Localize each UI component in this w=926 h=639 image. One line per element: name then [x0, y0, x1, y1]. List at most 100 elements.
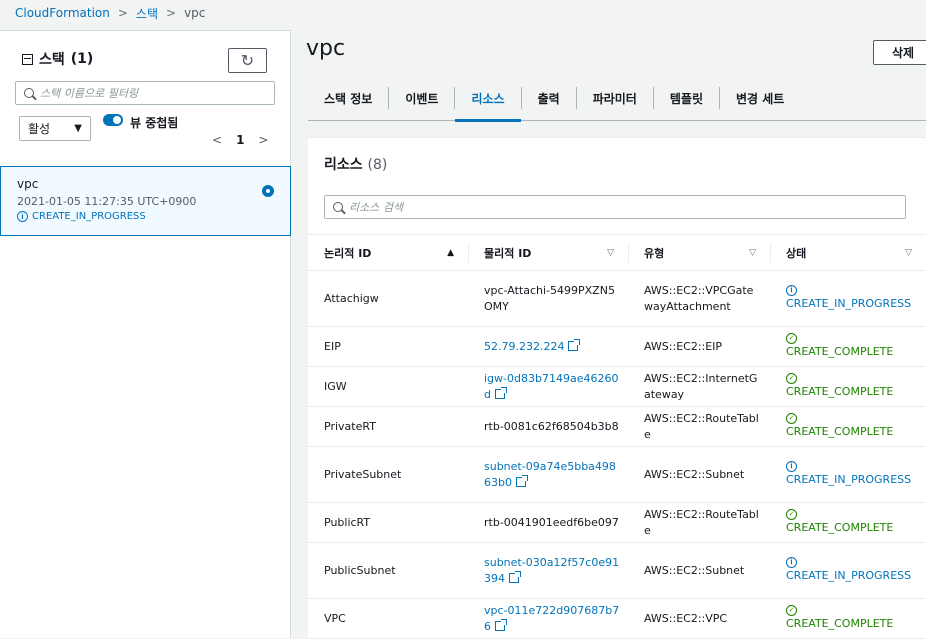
status-text: CREATE_IN_PROGRESS [786, 569, 912, 582]
tab-divider [454, 87, 456, 109]
tab-template[interactable]: 템플릿 [670, 76, 703, 121]
stack-name: vpc [17, 177, 39, 191]
external-link-icon[interactable] [515, 474, 528, 487]
status-text: CREATE_COMPLETE [786, 521, 894, 534]
status-cell: i CREATE_IN_PROGRESS [770, 557, 926, 584]
logical-id-cell: PublicSubnet [324, 563, 396, 577]
physical-id-cell: igw-0d83b7149ae46260d [468, 371, 628, 403]
tab-bar: 스택 정보 이벤트 리소스 출력 파라미터 템플릿 변경 세트 [308, 76, 926, 122]
sort-icon: ▽ [749, 247, 756, 258]
table-row: PublicRT rtb-0041901eedf6be097 AWS::EC2::R… [308, 503, 926, 543]
physical-id-link[interactable]: subnet-030a12f57c0e91394 [484, 556, 619, 585]
col-physical-id-label: 물리적 ID [484, 246, 532, 260]
breadcrumb-stacks[interactable]: 스택 [136, 5, 158, 22]
physical-id-cell: subnet-030a12f57c0e91394 [468, 555, 628, 587]
table-row: Attachigw vpc-Attachi-5499PXZN5OMY AWS::EC… [308, 271, 926, 327]
info-icon: i [17, 211, 28, 222]
table-row: VPC vpc-011e722d907687b76 AWS::EC2::VPC ✓ CR… [308, 599, 926, 639]
tab-divider [718, 87, 720, 109]
resource-search-input[interactable]: 리소스 검색 [324, 195, 906, 219]
col-type-label: 유형 [644, 246, 665, 260]
stacks-title-text: 스택 [39, 52, 65, 68]
info-icon: i [786, 557, 797, 568]
tab-events[interactable]: 이벤트 [405, 76, 438, 121]
physical-id-cell: subnet-09a74e5bba49863b0 [468, 459, 628, 491]
breadcrumb: CloudFormation > 스택 > vpc [15, 5, 205, 21]
tab-change-sets[interactable]: 변경 세트 [736, 76, 784, 121]
stack-status-text: CREATE_IN_PROGRESS [32, 211, 146, 222]
search-icon [24, 88, 34, 98]
stack-list-item[interactable]: vpc 2021-01-05 11:27:35 UTC+0900 i CREAT… [0, 166, 291, 236]
resources-title-text: 리소스 [324, 157, 363, 173]
nested-view-toggle[interactable] [103, 114, 123, 126]
status-cell: i CREATE_IN_PROGRESS [770, 461, 926, 488]
resources-panel: 리소스 (8) 리소스 검색 논리적 ID ▲ 물리적 ID ▽ 유형 ▽ 상태 ▽ A… [308, 137, 926, 639]
chevron-right-icon: > [117, 6, 128, 20]
prev-page-icon[interactable]: < [212, 133, 222, 147]
external-link-icon[interactable] [494, 386, 507, 399]
physical-id-text: rtb-0081c62f68504b3b8 [484, 419, 619, 433]
type-cell: AWS::EC2::InternetGateway [644, 371, 758, 401]
tab-divider [652, 87, 654, 109]
status-filter-select[interactable]: 활성 ▼ [19, 116, 91, 141]
pagination: < 1 > [212, 133, 268, 147]
logical-id-cell: PrivateRT [324, 419, 376, 433]
physical-id-link[interactable]: subnet-09a74e5bba49863b0 [484, 460, 616, 489]
caret-down-icon: ▼ [74, 123, 82, 134]
tab-resources[interactable]: 리소스 [455, 76, 521, 122]
external-link-icon[interactable] [568, 338, 581, 351]
table-row: IGW igw-0d83b7149ae46260d AWS::EC2::Intern… [308, 367, 926, 407]
stack-radio[interactable] [262, 185, 274, 197]
col-status[interactable]: 상태 ▽ [770, 235, 926, 270]
sort-icon: ▽ [905, 247, 912, 258]
page-title: vpc [306, 36, 346, 61]
table-row: PrivateRT rtb-0081c62f68504b3b8 AWS::EC2::… [308, 407, 926, 447]
success-check-icon: ✓ [786, 373, 797, 384]
sort-icon: ▽ [607, 247, 614, 258]
table-body: Attachigw vpc-Attachi-5499PXZN5OMY AWS::EC… [308, 271, 926, 639]
type-cell: AWS::EC2::RouteTable [644, 411, 759, 441]
physical-id-text: vpc-Attachi-5499PXZN5OMY [484, 283, 615, 313]
external-link-icon[interactable] [509, 570, 521, 583]
table-row: PrivateSubnet subnet-09a74e5bba49863b0 AWS… [308, 447, 926, 503]
current-page[interactable]: 1 [236, 133, 244, 147]
stack-filter-input[interactable]: 스택 이름으로 필터링 [15, 81, 275, 105]
status-cell: i CREATE_IN_PROGRESS [770, 285, 926, 312]
physical-id-text: rtb-0041901eedf6be097 [484, 515, 619, 529]
status-text: CREATE_COMPLETE [786, 617, 894, 630]
status-cell: ✓ CREATE_COMPLETE [770, 373, 926, 400]
physical-id-cell: vpc-Attachi-5499PXZN5OMY [468, 283, 628, 315]
status-cell: ✓ CREATE_COMPLETE [770, 413, 926, 440]
status-text: CREATE_COMPLETE [786, 385, 894, 398]
refresh-button[interactable]: ↻ [228, 48, 267, 73]
physical-id-cell: rtb-0041901eedf6be097 [468, 515, 628, 531]
external-link-icon[interactable] [495, 618, 507, 631]
col-physical-id[interactable]: 물리적 ID ▽ [468, 235, 628, 270]
logical-id-cell: IGW [324, 379, 347, 393]
breadcrumb-current: vpc [184, 6, 206, 20]
col-type[interactable]: 유형 ▽ [628, 235, 770, 270]
type-cell: AWS::EC2::VPC [644, 611, 728, 625]
info-icon: i [786, 285, 797, 296]
physical-id-link[interactable]: 52.79.232.224 [484, 340, 564, 353]
success-check-icon: ✓ [786, 333, 797, 344]
tab-stack-info[interactable]: 스택 정보 [324, 76, 372, 121]
success-check-icon: ✓ [786, 605, 797, 616]
resources-table: 논리적 ID ▲ 물리적 ID ▽ 유형 ▽ 상태 ▽ Attachigw vpc-Att… [308, 234, 926, 639]
tab-outputs[interactable]: 출력 [538, 76, 560, 121]
physical-id-cell: vpc-011e722d907687b76 [468, 603, 628, 635]
next-page-icon[interactable]: > [258, 133, 268, 147]
info-icon: i [786, 461, 797, 472]
table-row: EIP 52.79.232.224 AWS::EC2::EIP ✓ CREATE_COM… [308, 327, 926, 367]
breadcrumb-cloudformation[interactable]: CloudFormation [15, 6, 110, 20]
status-filter-value: 활성 [28, 122, 51, 136]
stack-date: 2021-01-05 11:27:35 UTC+0900 [17, 195, 197, 208]
logical-id-cell: PublicRT [324, 515, 371, 529]
col-logical-id[interactable]: 논리적 ID ▲ [308, 235, 468, 270]
delete-button[interactable]: 삭제 [873, 40, 926, 65]
status-text: CREATE_IN_PROGRESS [786, 297, 912, 310]
resource-search-placeholder: 리소스 검색 [349, 201, 404, 214]
collapse-icon[interactable] [22, 53, 33, 65]
chevron-right-icon: > [166, 6, 177, 20]
tab-parameters[interactable]: 파라미터 [593, 76, 637, 121]
